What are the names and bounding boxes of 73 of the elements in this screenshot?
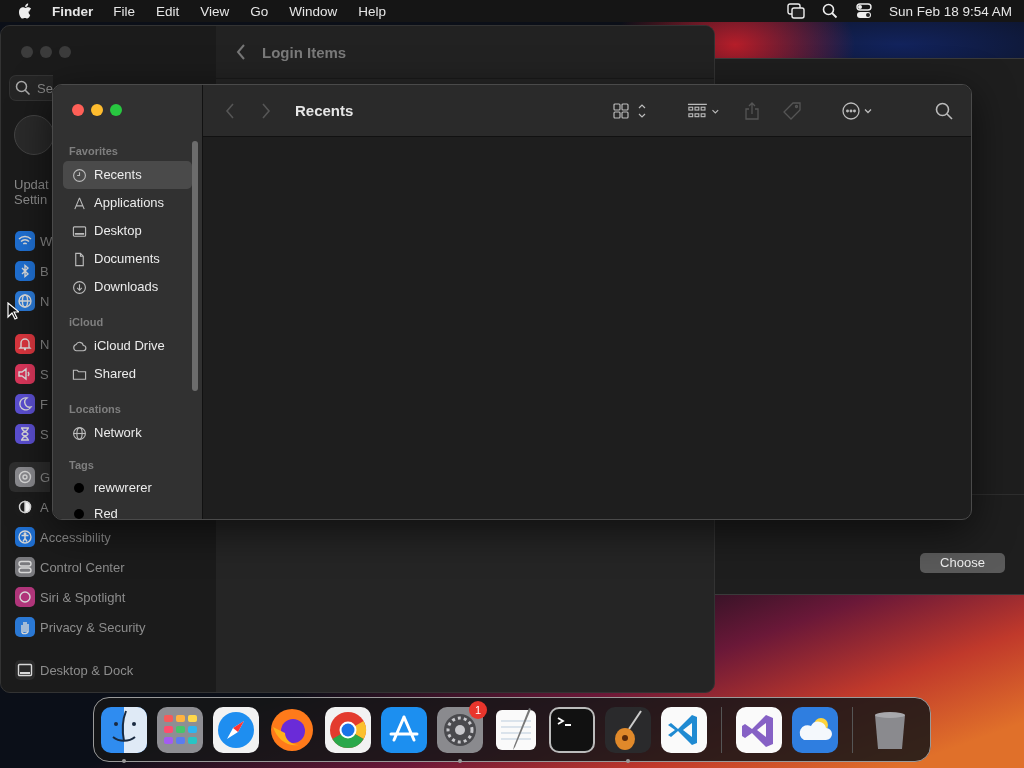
clock-icon [72, 167, 87, 183]
back-chevron-icon[interactable] [236, 44, 246, 60]
sidebar-item[interactable]: S [9, 359, 49, 389]
fox-globe-icon[interactable] [269, 706, 315, 753]
account-text: Settin [14, 192, 48, 207]
search-icon[interactable] [820, 3, 839, 19]
compass-icon[interactable] [213, 706, 259, 753]
sidebar-item[interactable]: Control Center [9, 552, 125, 582]
window-title: Recents [295, 102, 354, 119]
sidebar-item[interactable]: Desktop & Dock [9, 655, 134, 685]
search-icon[interactable] [935, 101, 953, 120]
account-text: Updat [14, 177, 49, 192]
guitar-icon[interactable] [605, 706, 651, 753]
terminal-prompt-icon[interactable] [549, 706, 595, 753]
menu-item[interactable]: File [113, 3, 136, 19]
toggles-icon[interactable] [854, 3, 873, 19]
sidebar-item[interactable]: F [9, 389, 48, 419]
group-view-icon[interactable] [687, 101, 721, 120]
sidebar-item[interactable]: Documents [63, 245, 192, 273]
app-grid-icon[interactable] [157, 706, 203, 753]
choose-button[interactable]: Choose [920, 552, 1005, 573]
search-icon [15, 80, 31, 96]
sidebar-item[interactable]: Red [63, 501, 192, 519]
sidebar-item[interactable]: Network [63, 419, 192, 447]
sidebar-item[interactable]: S [9, 419, 49, 449]
notification-badge: 1 [469, 700, 487, 719]
mouse-pointer-icon [7, 302, 19, 320]
sidebar-item[interactable]: Accessibility [9, 522, 111, 552]
menu-item[interactable]: Window [289, 3, 338, 19]
menu-item[interactable]: Edit [156, 3, 180, 19]
sidebar-item[interactable]: W [9, 226, 53, 256]
page-title: Login Items [262, 43, 347, 61]
close-button[interactable] [72, 104, 84, 116]
ribbon-icon[interactable] [661, 706, 707, 753]
icon-view-icon[interactable] [613, 101, 647, 120]
sidebar-item[interactable]: N [9, 329, 50, 359]
section-heading: Tags [68, 458, 95, 473]
notepad-pen-icon[interactable] [493, 706, 539, 753]
compass-tool-icon [72, 195, 87, 211]
zoom-button[interactable] [110, 104, 122, 116]
smiling-face-icon[interactable] [101, 706, 147, 753]
infinity-icon[interactable] [736, 706, 782, 753]
cloud-sun-icon[interactable] [792, 706, 838, 753]
sidebar-item[interactable]: Applications [63, 189, 192, 217]
crossed-lines-icon[interactable] [381, 706, 427, 753]
section-heading: iCloud [68, 315, 105, 330]
sidebar-item[interactable]: Desktop [63, 217, 192, 245]
menu-item[interactable]: Help [358, 3, 387, 19]
menu-item[interactable]: Go [250, 3, 269, 19]
sidebar-item[interactable]: Privacy & Security [9, 612, 146, 642]
sidebar-item[interactable]: B [9, 256, 49, 286]
sidebar-item[interactable]: A [9, 492, 49, 522]
gear-icon[interactable] [437, 706, 483, 753]
search-field[interactable]: Se [9, 75, 53, 101]
sidebar-item[interactable]: iCloud Drive [63, 332, 192, 360]
overlapping-windows-icon[interactable] [786, 3, 805, 19]
sidebar-item[interactable]: Shared [63, 360, 192, 388]
document-icon [72, 251, 87, 267]
download-icon [72, 279, 87, 295]
sidebar-item[interactable]: rewwrerer [63, 475, 192, 501]
apple-logo-icon[interactable] [18, 3, 32, 19]
minimize-button[interactable] [91, 104, 103, 116]
menu-item[interactable]: View [200, 3, 230, 19]
globe-icon [72, 425, 87, 441]
scrollbar[interactable] [192, 141, 198, 391]
menu-app-name[interactable]: Finder [52, 3, 94, 19]
menu-bar-clock[interactable]: Sun Feb 18 9:54 AM [888, 3, 1012, 19]
section-heading: Favorites [68, 144, 119, 159]
monitor-icon [72, 223, 87, 239]
sidebar-item[interactable]: Downloads [63, 273, 192, 301]
sidebar-item[interactable]: Siri & Spotlight [9, 582, 126, 612]
sidebar-item[interactable]: Recents [63, 161, 192, 189]
section-heading: Locations [68, 402, 122, 417]
